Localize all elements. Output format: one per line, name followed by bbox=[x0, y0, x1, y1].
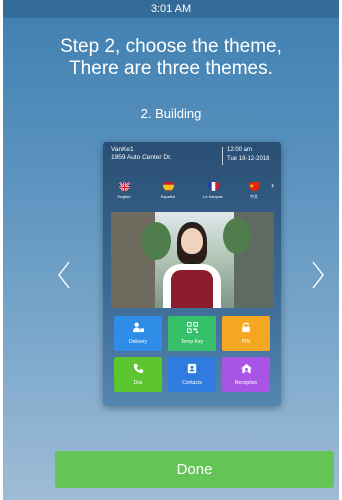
receptionist-vest bbox=[171, 270, 213, 308]
qr-code-icon bbox=[186, 322, 198, 336]
tile-dial[interactable]: Dial bbox=[114, 357, 162, 392]
language-label: English bbox=[117, 194, 131, 199]
reception-photo bbox=[111, 212, 274, 308]
contacts-icon bbox=[187, 363, 197, 377]
tile-pin[interactable]: PIN bbox=[222, 316, 270, 351]
tile-label: Dial bbox=[133, 380, 143, 386]
preview-header: VanKe1 1959 Auto Center Dr. 12:00 am Tue… bbox=[103, 142, 281, 176]
reception-icon bbox=[240, 363, 253, 377]
tree bbox=[141, 222, 171, 260]
preview-language-bar: English Español Le français 中文 › bbox=[103, 176, 281, 206]
language-english: English bbox=[109, 180, 139, 199]
language-label: Español bbox=[160, 194, 176, 199]
spain-flag-icon bbox=[162, 180, 174, 191]
lock-icon bbox=[241, 322, 251, 336]
tile-temp-key[interactable]: Temp Key bbox=[168, 316, 216, 351]
previous-theme-button[interactable] bbox=[53, 258, 75, 292]
done-button[interactable]: Done bbox=[55, 451, 334, 488]
status-bar: 3:01 AM bbox=[3, 0, 339, 18]
france-flag-icon bbox=[207, 180, 219, 191]
next-theme-button[interactable] bbox=[307, 258, 329, 292]
preview-date: Tue 18-12-2018 bbox=[227, 156, 270, 162]
preview-address: 1959 Auto Center Dr. bbox=[111, 154, 172, 161]
theme-preview[interactable]: VanKe1 1959 Auto Center Dr. 12:00 am Tue… bbox=[103, 142, 281, 406]
delivery-icon bbox=[132, 322, 145, 336]
tile-label: Contacts bbox=[182, 380, 202, 386]
tile-contacts[interactable]: Contacts bbox=[168, 357, 216, 392]
tree bbox=[223, 218, 251, 254]
preview-time: 12:00 am bbox=[227, 147, 253, 153]
phone-icon bbox=[133, 363, 144, 377]
language-spanish: Español bbox=[153, 180, 183, 199]
language-label: 中文 bbox=[250, 194, 258, 199]
tile-label: PIN bbox=[241, 339, 251, 345]
tile-delivery[interactable]: Delivery bbox=[114, 316, 162, 351]
theme-setup-screen: 3:01 AM Step 2, choose the theme, There … bbox=[3, 0, 339, 500]
receptionist-face bbox=[181, 228, 203, 254]
uk-flag-icon bbox=[118, 180, 130, 191]
preview-company-name: VanKe1 bbox=[111, 146, 134, 153]
chevron-right-icon bbox=[312, 261, 324, 289]
tile-label: Reception bbox=[234, 380, 258, 386]
china-flag-icon bbox=[248, 180, 260, 191]
chevron-left-icon bbox=[58, 261, 70, 289]
theme-name: 2. Building bbox=[140, 106, 202, 121]
tile-label: Temp Key bbox=[180, 339, 204, 345]
step-heading: Step 2, choose the theme, There are thre… bbox=[3, 36, 339, 80]
tile-label: Delivery bbox=[128, 339, 148, 345]
language-label: Le français bbox=[203, 194, 223, 199]
status-time: 3:01 AM bbox=[150, 3, 192, 15]
language-chinese: 中文 bbox=[239, 180, 269, 200]
chevron-right-icon: › bbox=[271, 180, 274, 190]
language-french: Le français bbox=[198, 180, 228, 199]
heading-line-1: Step 2, choose the theme, bbox=[60, 36, 282, 57]
preview-divider bbox=[222, 147, 223, 165]
tile-reception[interactable]: Reception bbox=[222, 357, 270, 392]
heading-line-2: There are three themes. bbox=[69, 58, 273, 79]
